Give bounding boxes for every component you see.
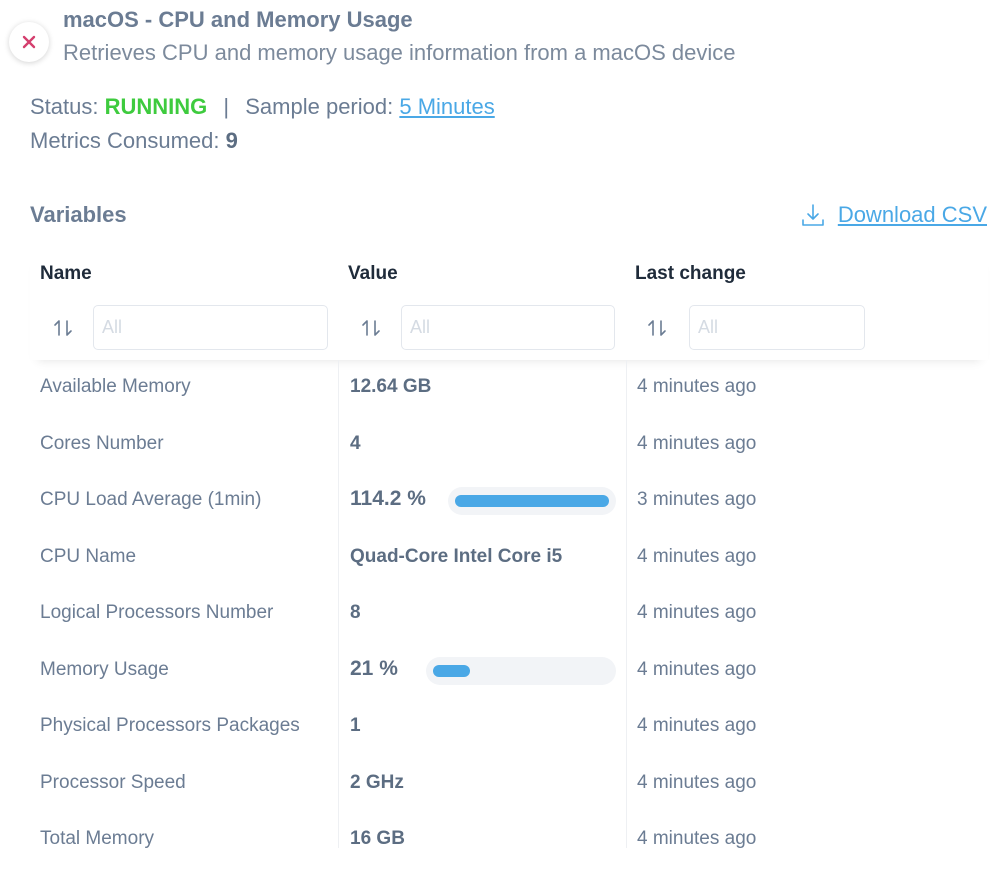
sort-icon[interactable] [52, 317, 74, 339]
filter-input-name[interactable] [93, 305, 328, 350]
table-header: Name Value Last change [30, 250, 988, 360]
row-value: 8 [350, 602, 361, 623]
download-csv-label: Download CSV [837, 202, 987, 227]
row-name: Memory Usage [40, 658, 169, 680]
status-badge: RUNNING [104, 94, 208, 119]
row-name: CPU Load Average (1min) [40, 489, 262, 510]
filter-input-last-change[interactable] [689, 305, 865, 350]
row-name: Available Memory [40, 376, 191, 397]
row-last-change: 4 minutes ago [637, 602, 757, 623]
row-value: 21 % [350, 656, 398, 680]
row-value: 114.2 % [350, 487, 426, 510]
table-row[interactable]: Available Memory 12.64 GB 4 minutes ago [30, 360, 988, 417]
column-header-last-change[interactable]: Last change [635, 263, 746, 285]
memory-usage-bar [426, 656, 616, 685]
table-row[interactable]: CPU Name Quad-Core Intel Core i5 4 minut… [30, 530, 988, 587]
close-icon [22, 35, 36, 49]
metrics-consumed: Metrics Consumed: 9 [30, 128, 238, 154]
row-last-change: 4 minutes ago [637, 432, 757, 454]
sample-period-label: Sample period: [245, 94, 394, 119]
row-value: 1 [350, 715, 361, 736]
page-title: macOS - CPU and Memory Usage [63, 7, 413, 32]
sort-icon[interactable] [360, 317, 382, 339]
status-label: Status: [30, 94, 99, 119]
metrics-value: 9 [225, 128, 238, 153]
status-separator: | [223, 94, 230, 119]
row-name: Physical Processors Packages [40, 715, 300, 736]
cpu-load-bar [448, 487, 616, 515]
section-title: Variables [30, 202, 127, 227]
row-name: Cores Number [40, 432, 164, 454]
row-name: CPU Name [40, 545, 137, 567]
table-row[interactable]: CPU Load Average (1min) 114.2 % 3 minute… [30, 473, 988, 530]
metrics-label: Metrics Consumed: [30, 128, 220, 153]
table-row[interactable]: Processor Speed 2 GHz 4 minutes ago [30, 756, 988, 813]
row-value: 16 GB [350, 828, 405, 849]
row-last-change: 4 minutes ago [637, 771, 757, 793]
sort-icon[interactable] [646, 317, 668, 339]
row-value: 2 GHz [350, 771, 404, 793]
table-row[interactable]: Total Memory 16 GB 4 minutes ago [30, 812, 988, 869]
table-row[interactable]: Memory Usage 21 % 4 minutes ago [30, 643, 988, 700]
row-last-change: 3 minutes ago [637, 489, 757, 510]
table-body: Available Memory 12.64 GB 4 minutes ago … [30, 360, 988, 869]
close-button[interactable] [9, 22, 49, 62]
row-last-change: 4 minutes ago [637, 715, 757, 736]
status-line: Status: RUNNING | Sample period: 5 Minut… [30, 94, 495, 120]
row-last-change: 4 minutes ago [637, 828, 757, 849]
row-last-change: 4 minutes ago [637, 545, 757, 567]
column-header-name[interactable]: Name [40, 263, 92, 285]
row-last-change: 4 minutes ago [637, 376, 757, 397]
row-name: Total Memory [40, 828, 155, 849]
row-name: Logical Processors Number [40, 602, 274, 623]
filter-input-value[interactable] [401, 305, 615, 350]
page-subtitle: Retrieves CPU and memory usage informati… [63, 40, 736, 65]
memory-usage-bar-fill [433, 664, 470, 677]
download-icon [802, 204, 824, 226]
table-row[interactable]: Logical Processors Number 8 4 minutes ag… [30, 586, 988, 643]
table-row[interactable]: Cores Number 4 4 minutes ago [30, 417, 988, 474]
row-last-change: 4 minutes ago [637, 658, 757, 680]
row-value: 4 [350, 432, 361, 454]
sample-period-link[interactable]: 5 Minutes [399, 94, 494, 119]
table-row[interactable]: Physical Processors Packages 1 4 minutes… [30, 699, 988, 756]
row-value: Quad-Core Intel Core i5 [350, 545, 563, 567]
download-csv-button[interactable]: Download CSV [800, 202, 987, 228]
row-value: 12.64 GB [350, 376, 432, 397]
cpu-load-bar-fill [455, 495, 609, 507]
row-name: Processor Speed [40, 771, 186, 793]
column-header-value[interactable]: Value [348, 263, 398, 285]
